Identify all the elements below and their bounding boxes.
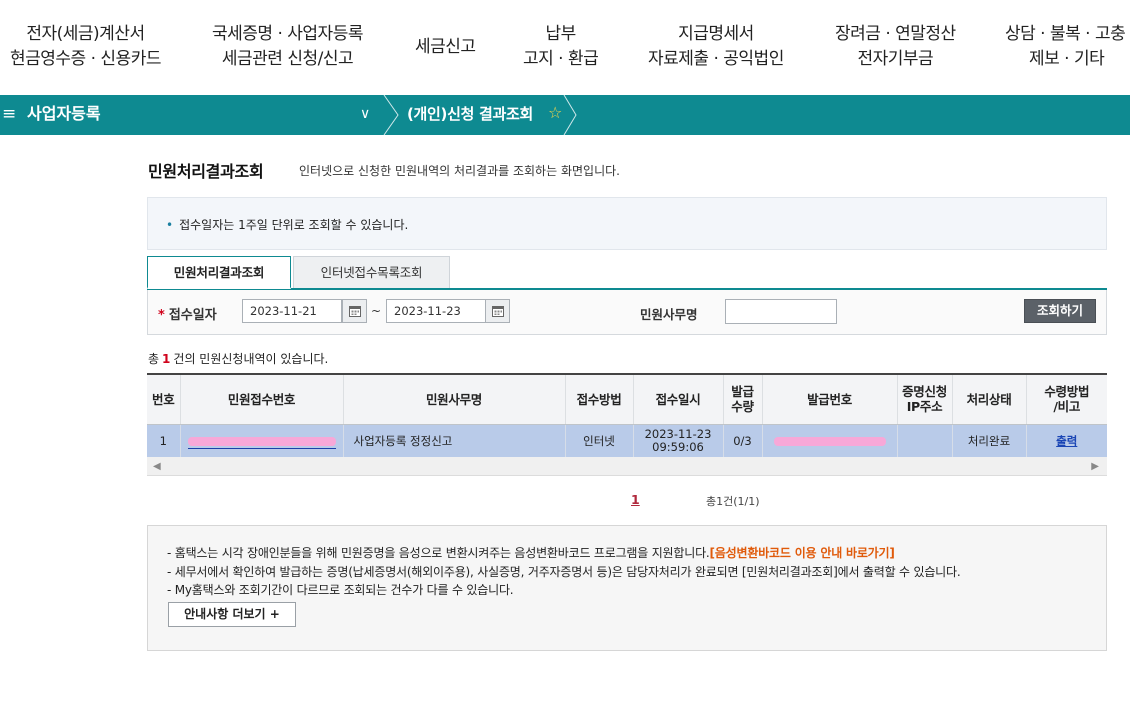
result-count: 총 1 건의 민원신청내역이 있습니다.	[148, 350, 328, 367]
breadcrumb-bar: ≡ 사업자등록 ∨ (개인)신청 결과조회 ☆	[0, 95, 1130, 135]
header-ip: 증명신청 IP주소	[896, 374, 952, 425]
page-link-current[interactable]: 1	[631, 492, 640, 507]
menu-tax-return[interactable]: 세금신고	[415, 35, 476, 60]
header-status: 처리상태	[951, 374, 1026, 425]
print-link[interactable]: 출력	[1056, 434, 1077, 448]
menu-label: 지급명세서	[678, 24, 754, 44]
breadcrumb-separator-icon	[563, 95, 577, 135]
receipt-number-link[interactable]	[187, 435, 336, 449]
calendar-icon	[492, 306, 504, 317]
date-range-separator: ~	[371, 304, 382, 318]
cell-no: 1	[147, 424, 180, 459]
header-date: 접수일시	[632, 374, 723, 425]
redacted-receipt-number	[187, 436, 336, 446]
menu-label: 납부	[545, 24, 577, 44]
count-suffix: 건의 민원신청내역이 있습니다.	[173, 352, 329, 366]
breadcrumb-separator-icon	[383, 95, 399, 135]
cell-receipt-no[interactable]	[179, 424, 343, 459]
voice-barcode-link[interactable]: [음성변환바코드 이용 안내 바로가기]	[710, 546, 895, 560]
page-description: 인터넷으로 신청한 민원내역의 처리결과를 조회하는 화면입니다.	[299, 164, 620, 178]
office-name-label: 민원사무명	[640, 307, 698, 322]
menu-payment[interactable]: 납부 고지 · 환급	[523, 22, 599, 72]
header-method: 접수방법	[564, 374, 633, 425]
tab-result-inquiry[interactable]: 민원처리결과조회	[147, 256, 291, 289]
cell-method: 인터넷	[564, 424, 633, 459]
count-prefix: 총	[148, 352, 160, 366]
calendar-icon	[349, 306, 361, 317]
guide-line-3: - My홈택스와 조회기간이 다르므로 조회되는 건수가 다를 수 있습니다.	[167, 583, 514, 597]
guide-line-1: - 홈택스는 시각 장애인분들을 위해 민원증명을 음성으로 변환시켜주는 음성…	[167, 544, 895, 561]
menu-consulting[interactable]: 상담 · 불복 · 고충 제보 · 기타	[1005, 22, 1130, 72]
page-title: 민원처리결과조회	[148, 162, 264, 181]
guide-box: - 홈택스는 시각 장애인분들을 위해 민원증명을 음성으로 변환시켜주는 음성…	[147, 525, 1107, 651]
cell-office-name: 사업자등록 정정신고	[342, 424, 565, 459]
header-receipt-no: 민원접수번호	[179, 374, 343, 425]
date-from-input[interactable]	[242, 299, 342, 323]
menu-label: 세금신고	[415, 37, 476, 57]
guide-text: - 홈택스는 시각 장애인분들을 위해 민원증명을 음성으로 변환시켜주는 음성…	[167, 546, 710, 560]
menu-label: 세금관련 신청/신고	[221, 49, 354, 69]
bullet-icon: •	[166, 218, 174, 232]
notice-text: • 접수일자는 1주일 단위로 조회할 수 있습니다.	[166, 216, 408, 233]
menu-label: 상담 · 불복 · 고충	[1005, 24, 1126, 44]
link-underline	[187, 447, 336, 449]
menu-label: 고지 · 환급	[523, 49, 599, 69]
chevron-down-icon[interactable]: ∨	[360, 104, 370, 124]
search-button[interactable]: 조회하기	[1024, 299, 1096, 323]
cell-ip	[896, 424, 952, 459]
cell-status: 처리완료	[951, 424, 1026, 459]
cell-action: 출력	[1025, 424, 1107, 459]
header-qty: 발급 수량	[722, 374, 762, 425]
notice-message: 접수일자는 1주일 단위로 조회할 수 있습니다.	[179, 218, 409, 232]
search-form: *접수일자 ~ 민원사무명 조회하기	[147, 290, 1107, 335]
results-table: 번호 민원접수번호 민원사무명 접수방법 접수일시 발급 수량 발급번호 증명신청…	[147, 373, 1107, 459]
top-navigation: 전자(세금)계산서 현금영수증 · 신용카드 국세증명 · 사업자등록 세금관련…	[0, 0, 1130, 95]
menu-payment-statement[interactable]: 지급명세서 자료제출 · 공익법인	[648, 22, 784, 72]
menu-label: 전자기부금	[857, 49, 934, 69]
header-no: 번호	[147, 374, 180, 425]
calendar-to-button[interactable]	[485, 299, 510, 323]
menu-label: 자료제출 · 공익법인	[648, 49, 784, 69]
menu-tax-invoice[interactable]: 전자(세금)계산서 현금영수증 · 신용카드	[10, 22, 161, 72]
menu-certificate-registration[interactable]: 국세증명 · 사업자등록 세금관련 신청/신고	[212, 22, 363, 72]
menu-label: 장려금 · 연말정산	[835, 24, 956, 44]
header-receipt-method: 수령방법/비고	[1025, 374, 1107, 425]
tab-internet-receipt-list[interactable]: 인터넷접수목록조회	[293, 256, 450, 289]
date-to-input[interactable]	[386, 299, 486, 323]
date-label-text: 접수일자	[168, 308, 217, 323]
cell-qty: 0/3	[722, 424, 762, 459]
scroll-left-icon[interactable]: ◀	[153, 461, 161, 472]
favorite-star-icon[interactable]: ☆	[548, 103, 562, 123]
horizontal-scrollbar[interactable]: ◀ ▶	[147, 457, 1107, 476]
scroll-right-icon[interactable]: ▶	[1091, 461, 1099, 472]
breadcrumb-section[interactable]: 사업자등록	[27, 104, 101, 124]
notice-box: • 접수일자는 1주일 단위로 조회할 수 있습니다.	[147, 197, 1107, 250]
menu-label: 현금영수증 · 신용카드	[10, 49, 161, 69]
guide-line-2: - 세무서에서 확인하여 발급하는 증명(납세증명서(해외이주용), 사실증명,…	[167, 565, 961, 579]
cell-issue-no	[761, 424, 897, 459]
menu-label: 제보 · 기타	[1029, 49, 1105, 69]
office-name-input[interactable]	[725, 299, 837, 324]
count-number: 1	[162, 352, 171, 366]
date-label: * 접수일자	[158, 304, 217, 323]
menu-label: 전자(세금)계산서	[26, 24, 145, 44]
hamburger-icon[interactable]: ≡	[2, 104, 16, 124]
menu-incentive[interactable]: 장려금 · 연말정산 전자기부금	[835, 22, 956, 72]
table-row[interactable]: 1 사업자등록 정정신고 인터넷 2023-11-23 09:59:06 0/3 …	[147, 424, 1107, 459]
more-info-button[interactable]: 안내사항 더보기 +	[168, 602, 296, 627]
header-office-name: 민원사무명	[342, 374, 565, 425]
calendar-from-button[interactable]	[342, 299, 367, 323]
breadcrumb-current-page: (개인)신청 결과조회	[407, 105, 534, 123]
header-issue-no: 발급번호	[761, 374, 897, 425]
redacted-issue-number	[773, 436, 886, 446]
page-total: 총1건(1/1)	[706, 495, 760, 508]
table-header-row: 번호 민원접수번호 민원사무명 접수방법 접수일시 발급 수량 발급번호 증명신청…	[147, 374, 1107, 425]
menu-label: 국세증명 · 사업자등록	[212, 24, 363, 44]
cell-date: 2023-11-23 09:59:06	[632, 424, 723, 459]
required-mark: *	[158, 308, 165, 323]
